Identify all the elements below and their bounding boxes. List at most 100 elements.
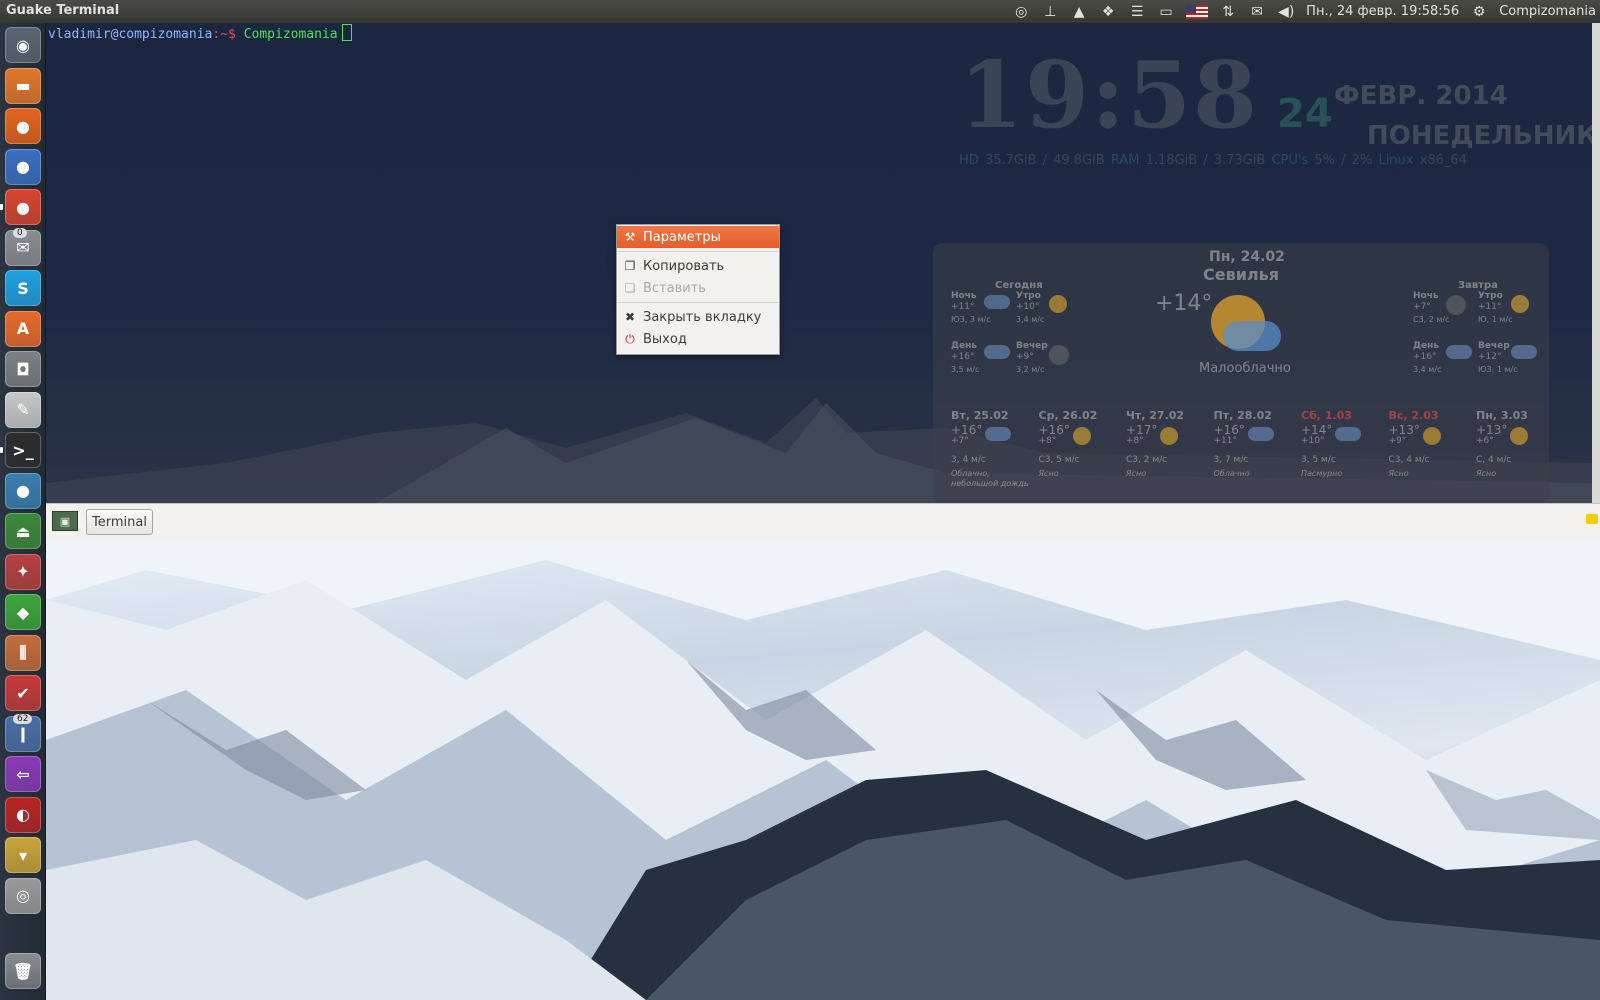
weather-part-temp: +9° (1016, 352, 1034, 362)
conky-cpu-value: 5% / 2% (1314, 153, 1373, 168)
launcher-text-editor[interactable]: ✎ (5, 391, 41, 428)
conky-month-year: ФЕВР. 2014 (1334, 81, 1508, 111)
conky-time: 19:58 (959, 41, 1260, 149)
notification-icon[interactable] (1586, 514, 1598, 524)
weather-part-moon-icon (1049, 345, 1069, 365)
tools-icon: ⚒ (624, 230, 636, 244)
conky-os-value: x86_64 (1419, 153, 1467, 168)
forecast-wind: С3, 4 м/с (1388, 455, 1430, 465)
launcher-folder-download[interactable]: ▾ (5, 837, 41, 873)
forecast-desc: Ясно (1388, 469, 1409, 478)
forecast-hi: +16° (951, 423, 983, 437)
launcher-tweak-tool[interactable]: ✦ (5, 553, 41, 590)
conky-day: 24 (1277, 91, 1333, 137)
weather-part-name: Утро (1478, 291, 1503, 301)
forecast-desc: Ясно (1038, 469, 1059, 478)
session-user[interactable]: Compizomania (1499, 4, 1596, 19)
forecast-hi: +16° (1213, 423, 1245, 437)
terminal-area[interactable]: vladimir@compizomania:~$ Compizomania 19… (46, 23, 1600, 503)
weather-part-wind: 3,5 м/с (951, 365, 980, 374)
forecast-day: Вс, 2.03 (1388, 409, 1439, 422)
skype-icon: S (17, 278, 29, 298)
cloud-drive-icon[interactable]: ▲ (1070, 3, 1088, 21)
forecast-wind: 3, 5 м/с (1301, 455, 1336, 465)
launcher-eject-tool[interactable]: ⏏ (5, 513, 41, 549)
text-editor-icon: ✎ (16, 400, 30, 419)
keyboard-flag-icon[interactable] (1186, 4, 1209, 19)
launcher-dash-home[interactable]: ◉ (5, 27, 41, 63)
thermometer-icon[interactable]: ⊥ (1041, 3, 1059, 21)
conky-hd-value: 35.7GiB / 49.8GiB (984, 153, 1105, 168)
forecast-lo: +6° (1476, 436, 1494, 446)
forecast-lo: +8° (1126, 436, 1144, 446)
gear-icon[interactable]: ⚙ (1470, 3, 1488, 21)
launcher-hardware-chip[interactable]: ◆ (5, 594, 41, 630)
weather-part-name: Вечер (1478, 341, 1510, 351)
launcher-firefox[interactable]: ● (5, 108, 41, 144)
launcher-software-center[interactable]: A (5, 310, 41, 347)
forecast-lo: +10° (1301, 436, 1325, 446)
folder-download-icon: ▾ (18, 845, 28, 865)
forecast-sun-icon (1160, 427, 1178, 445)
menu-item-1[interactable]: ❐ Копировать (617, 255, 779, 277)
menu-item-3[interactable]: ✖ Закрыть вкладку (617, 306, 779, 328)
notifications-icon: ✉ (16, 238, 30, 257)
weather-part-temp: +10° (1016, 302, 1040, 312)
launcher-camera[interactable]: ◘ (5, 351, 41, 387)
terminal-scrollbar[interactable] (1592, 23, 1600, 503)
launcher-terminal[interactable]: >_ (5, 432, 41, 468)
weather-today-label: Сегодня (995, 280, 1043, 291)
add-tab-button[interactable]: ▣ (52, 511, 78, 531)
launcher-notifications[interactable]: ✉ 0 (5, 227, 41, 266)
launcher-chrome[interactable]: ● (5, 189, 41, 225)
volume-icon[interactable]: ◀) (1277, 3, 1295, 21)
tab-terminal[interactable]: Terminal (86, 509, 153, 535)
weather-city: Севилья (1203, 265, 1280, 284)
launcher-disk-usage[interactable]: ◎ (5, 877, 41, 914)
menu-item-0[interactable]: ⚒ Параметры (617, 226, 779, 248)
clock[interactable]: Пн., 24 февр. 19:58:56 (1306, 4, 1459, 19)
desktop-wallpaper (46, 540, 1600, 1000)
lightbulb-icon[interactable]: ◎ (1012, 3, 1030, 21)
launcher-browser-globe[interactable]: ● (5, 148, 41, 185)
conky-hd-label: HD (959, 153, 979, 168)
weather-part-wind: С3, 2 м/с (1413, 315, 1450, 324)
mail-icon[interactable]: ✉ (1248, 3, 1266, 21)
forecast-hi: +13° (1388, 423, 1420, 437)
weather-date: Пн, 24.02 (1209, 249, 1285, 265)
launcher-speedometer[interactable]: ◐ (5, 796, 41, 833)
menu-item-label: Копировать (643, 258, 725, 274)
context-menu: ⚒ Параметры ❐ Копировать ❏ Вставить ✖ Закрыть в… (616, 224, 780, 355)
conky-stats: HD 35.7GiB / 49.8GiB RAM 1.18GiB / 3.73G… (959, 153, 1467, 168)
menu-item-4[interactable]: ⏻ Выход (617, 328, 779, 350)
launcher-badge: 0 (13, 227, 27, 238)
dropbox-icon[interactable]: ❖ (1099, 3, 1117, 21)
forecast-day: Вт, 25.02 (951, 409, 1009, 422)
launcher-trash[interactable]: 🗑 (5, 953, 41, 989)
system-tray: ◎ ⊥ ▲ ❖ ☰ ▭ ⇅ ✉ ◀) Пн., 24 февр. 19:58:5… (1012, 0, 1596, 23)
launcher-search-check[interactable]: ✔ (5, 675, 41, 711)
launcher-thermometer[interactable]: ǀ 62 (5, 713, 41, 752)
paste-icon: ❏ (624, 281, 636, 295)
forecast-cloud-icon (1247, 427, 1274, 441)
weather-part-cloud-icon (984, 295, 1010, 309)
launcher-files[interactable]: ▬ (5, 67, 41, 104)
forecast-day: Пт, 28.02 (1213, 409, 1272, 422)
forecast-lo: +9° (1388, 436, 1407, 446)
snowy-mountains-image (46, 540, 1600, 1000)
launcher-mixer[interactable]: ⫼ (5, 634, 41, 671)
launcher-thunderbird[interactable]: ● (5, 472, 41, 509)
weather-widget: Пн, 24.02 Севилья +14° Малооблачно Сегодня Но… (933, 243, 1549, 503)
hardware-chip-icon: ◆ (16, 602, 30, 622)
forecast-day: Сб, 1.03 (1301, 409, 1352, 422)
launcher-exit-arrow[interactable]: ⇦ (5, 756, 41, 792)
launcher-skype[interactable]: S (5, 270, 41, 306)
menu-list-icon[interactable]: ☰ (1128, 3, 1146, 21)
network-arrows-icon[interactable]: ⇅ (1219, 3, 1237, 21)
battery-icon[interactable]: ▭ (1157, 3, 1175, 21)
forecast-wind: С3, 5 м/с (1038, 455, 1080, 465)
firefox-icon: ● (16, 116, 30, 136)
prompt-line[interactable]: vladimir@compizomania:~$ Compizomania (48, 24, 352, 42)
window-title: Guake Terminal (6, 3, 120, 18)
weather-part-name: День (1413, 341, 1440, 351)
